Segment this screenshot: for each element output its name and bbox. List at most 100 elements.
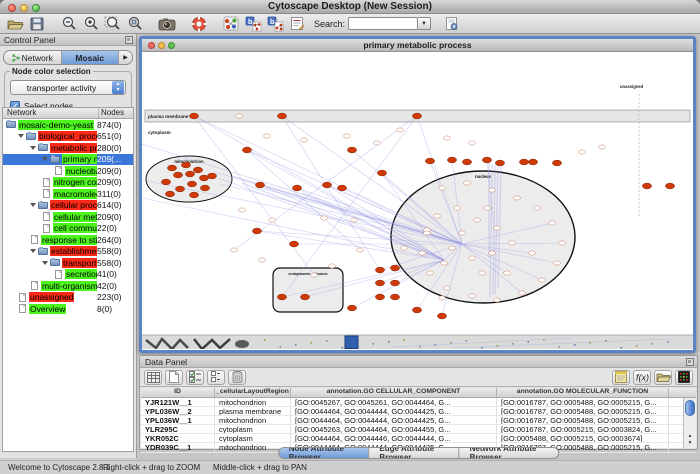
- gene-node[interactable]: [242, 147, 251, 153]
- table-column-header[interactable]: annotation.GO CELLULAR_COMPONENT: [291, 388, 497, 397]
- network-canvas[interactable]: plasma membranecytoplasmunassignedmitoch…: [142, 52, 693, 349]
- tree-item-label[interactable]: establishment of lo: [50, 246, 97, 256]
- zoom-out-button[interactable]: [58, 15, 80, 32]
- save-session-button[interactable]: [26, 15, 48, 32]
- gene-node[interactable]: [161, 179, 170, 185]
- tree-row[interactable]: biological_process651(0): [3, 131, 133, 143]
- gene-node[interactable]: [292, 185, 301, 191]
- gene-node[interactable]: [390, 294, 399, 300]
- gene-node[interactable]: [412, 307, 421, 313]
- tree-col-nodes[interactable]: Nodes: [99, 108, 133, 118]
- table-cell[interactable]: YPL036W__1: [141, 416, 215, 424]
- gene-node[interactable]: [322, 182, 331, 188]
- gene-node[interactable]: [337, 185, 346, 191]
- tree-row[interactable]: mosaic-demo-yeast874(0): [3, 119, 133, 131]
- expand-triangle-icon[interactable]: [30, 249, 36, 253]
- network-view-titlebar[interactable]: primary metabolic process: [142, 39, 693, 52]
- new-attribute-button[interactable]: [165, 370, 183, 385]
- gene-node[interactable]: [289, 241, 298, 247]
- table-cell[interactable]: [GO:0016787, GO:0005488, GO:0005215, G..…: [497, 416, 669, 424]
- tree-item-label[interactable]: biological_process: [38, 131, 97, 141]
- tree-row[interactable]: metabolic process280(0): [3, 142, 133, 154]
- table-cell[interactable]: [GO:0016787, GO:0005488, GO:0005215, G..…: [497, 407, 669, 415]
- tree-item-label[interactable]: transport: [62, 258, 97, 268]
- table-row[interactable]: YJR121W__1mitochondrion[GO:0045267, GO:0…: [141, 398, 696, 407]
- gene-node[interactable]: [181, 162, 190, 168]
- network-merge-a-button[interactable]: b: [242, 15, 264, 32]
- table-row[interactable]: YPL036W__2plasma membrane[GO:0044464, GO…: [141, 407, 696, 416]
- tab-network[interactable]: Network: [4, 51, 62, 64]
- search-dropdown-button[interactable]: ▼: [418, 17, 431, 30]
- gene-node[interactable]: [200, 185, 209, 191]
- table-cell[interactable]: [GO:0045267, GO:0045261, GO:0044464, G..…: [291, 398, 497, 406]
- delete-attribute-button[interactable]: [228, 370, 246, 385]
- unselect-attributes-button[interactable]: [207, 370, 225, 385]
- gene-node[interactable]: [167, 165, 176, 171]
- gene-node[interactable]: [252, 228, 261, 234]
- gene-node[interactable]: [375, 267, 384, 273]
- expand-triangle-icon[interactable]: [42, 261, 48, 265]
- layout-plugin-button[interactable]: [220, 15, 242, 32]
- table-cell[interactable]: [GO:0045263, GO:0044464, GO:0044455, G..…: [291, 425, 497, 433]
- tree-item-label[interactable]: secretion: [65, 269, 97, 279]
- gene-node[interactable]: [189, 192, 198, 198]
- network-merge-b-button[interactable]: b: [264, 15, 286, 32]
- tab-overflow-arrow[interactable]: ▶: [119, 51, 132, 64]
- gene-node[interactable]: [173, 172, 182, 178]
- table-cell[interactable]: [GO:0044464, GO:0044446, GO:0044444, G..…: [291, 434, 497, 442]
- tab-mosaic[interactable]: Mosaic: [62, 51, 120, 64]
- birdseye-viewport[interactable]: [345, 336, 358, 349]
- tree-item-label[interactable]: nucleobase-: [65, 166, 97, 176]
- tree-item-label[interactable]: cellular metabol: [53, 212, 97, 222]
- tree-row[interactable]: macromolecule311(0): [3, 188, 133, 200]
- table-row[interactable]: YPL036W__1mitochondrion[GO:0044464, GO:0…: [141, 416, 696, 425]
- gene-node[interactable]: [425, 158, 434, 164]
- gene-node[interactable]: [437, 313, 446, 319]
- attribute-matrix-button[interactable]: [675, 370, 693, 385]
- gene-node[interactable]: [642, 183, 651, 189]
- table-row[interactable]: YKR052Ccytoplasm[GO:0044464, GO:0044446,…: [141, 434, 696, 443]
- tree-row[interactable]: multi-organism pro42(0): [3, 280, 133, 292]
- tree-item-label[interactable]: cell communicat: [53, 223, 97, 233]
- zoom-selected-button[interactable]: [124, 15, 146, 32]
- notes-button[interactable]: [612, 370, 630, 385]
- gene-node[interactable]: [189, 113, 198, 119]
- table-cell[interactable]: YPL036W__2: [141, 407, 215, 415]
- gene-node[interactable]: [185, 171, 194, 177]
- attribute-table-button[interactable]: [144, 370, 162, 385]
- gene-node[interactable]: [255, 182, 264, 188]
- gene-node[interactable]: [462, 159, 471, 165]
- gene-node[interactable]: [277, 294, 286, 300]
- open-session-button[interactable]: [4, 15, 26, 32]
- browser-tab[interactable]: Node Attribute Browser: [279, 448, 370, 458]
- float-panel-icon[interactable]: [125, 36, 133, 44]
- tree-row[interactable]: Overview8(0): [3, 303, 133, 315]
- gene-node[interactable]: [447, 157, 456, 163]
- table-row[interactable]: YLR295Ccytoplasm[GO:0045263, GO:0044464,…: [141, 425, 696, 434]
- import-attributes-button[interactable]: [654, 370, 672, 385]
- scrollbar-arrows[interactable]: ▲▼: [685, 433, 695, 447]
- gene-node[interactable]: [377, 170, 386, 176]
- table-cell[interactable]: YJR121W__1: [141, 398, 215, 406]
- table-scrollbar[interactable]: ▲▼: [683, 398, 696, 449]
- expand-triangle-icon[interactable]: [30, 146, 36, 150]
- gene-node[interactable]: [187, 181, 196, 187]
- scrollbar-thumb[interactable]: [685, 400, 695, 416]
- table-cell[interactable]: cytoplasm: [215, 425, 291, 433]
- table-cell[interactable]: plasma membrane: [215, 407, 291, 415]
- gene-node[interactable]: [519, 159, 528, 165]
- tree-item-label[interactable]: metabolic process: [50, 143, 97, 153]
- tree-item-label[interactable]: response to stimulu: [41, 235, 97, 245]
- tree-row[interactable]: unassigned223(0): [3, 292, 133, 304]
- table-cell[interactable]: [GO:0044464, GO:0044444, GO:0044425, G..…: [291, 407, 497, 415]
- table-cell[interactable]: mitochondrion: [215, 416, 291, 424]
- tree-item-label[interactable]: primary metabol: [62, 154, 97, 164]
- tree-row[interactable]: transport558(0): [3, 257, 133, 269]
- zoom-in-button[interactable]: [80, 15, 102, 32]
- select-attributes-button[interactable]: [186, 370, 204, 385]
- table-column-header[interactable]: ID: [141, 388, 215, 397]
- window-titlebar[interactable]: Cytoscape Desktop (New Session): [0, 0, 700, 14]
- snapshot-button[interactable]: [156, 15, 178, 32]
- table-cell[interactable]: YLR295C: [141, 425, 215, 433]
- gene-node[interactable]: [375, 294, 384, 300]
